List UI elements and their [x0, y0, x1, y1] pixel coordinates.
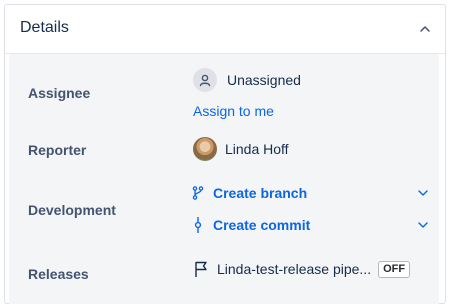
create-commit-label: Create commit	[213, 217, 311, 233]
status-badge: OFF	[378, 260, 411, 278]
reporter-name: Linda Hoff	[225, 141, 289, 157]
assignee-name: Unassigned	[227, 72, 301, 88]
chevron-up-icon	[420, 26, 430, 32]
branch-icon	[191, 185, 205, 201]
create-branch-button[interactable]: Create branch	[191, 182, 431, 204]
assign-to-me-link[interactable]: Assign to me	[193, 103, 274, 119]
details-body: Assignee Unassigned Assign to me Reporte…	[9, 54, 439, 304]
assignee-label: Assignee	[28, 85, 91, 101]
details-header[interactable]: Details	[5, 5, 445, 54]
chevron-down-icon[interactable]	[415, 185, 431, 201]
assignee-value[interactable]: Unassigned	[193, 68, 301, 92]
reporter-value[interactable]: Linda Hoff	[193, 137, 289, 161]
release-name: Linda-test-release pipe...	[217, 261, 372, 277]
releases-label: Releases	[28, 266, 89, 282]
details-panel: Details Assignee Unassigned Assign to me…	[4, 4, 446, 304]
person-icon	[193, 68, 217, 92]
create-branch-label: Create branch	[213, 185, 308, 201]
chevron-down-icon[interactable]	[415, 217, 431, 233]
release-item[interactable]: Linda-test-release pipe... OFF	[193, 260, 411, 278]
commit-icon	[191, 217, 205, 233]
avatar	[193, 137, 217, 161]
collapse-button[interactable]	[413, 17, 437, 41]
reporter-label: Reporter	[28, 142, 87, 158]
flag-icon	[195, 261, 207, 277]
panel-title: Details	[20, 19, 69, 36]
development-label: Development	[28, 202, 116, 218]
create-commit-button[interactable]: Create commit	[191, 214, 431, 236]
